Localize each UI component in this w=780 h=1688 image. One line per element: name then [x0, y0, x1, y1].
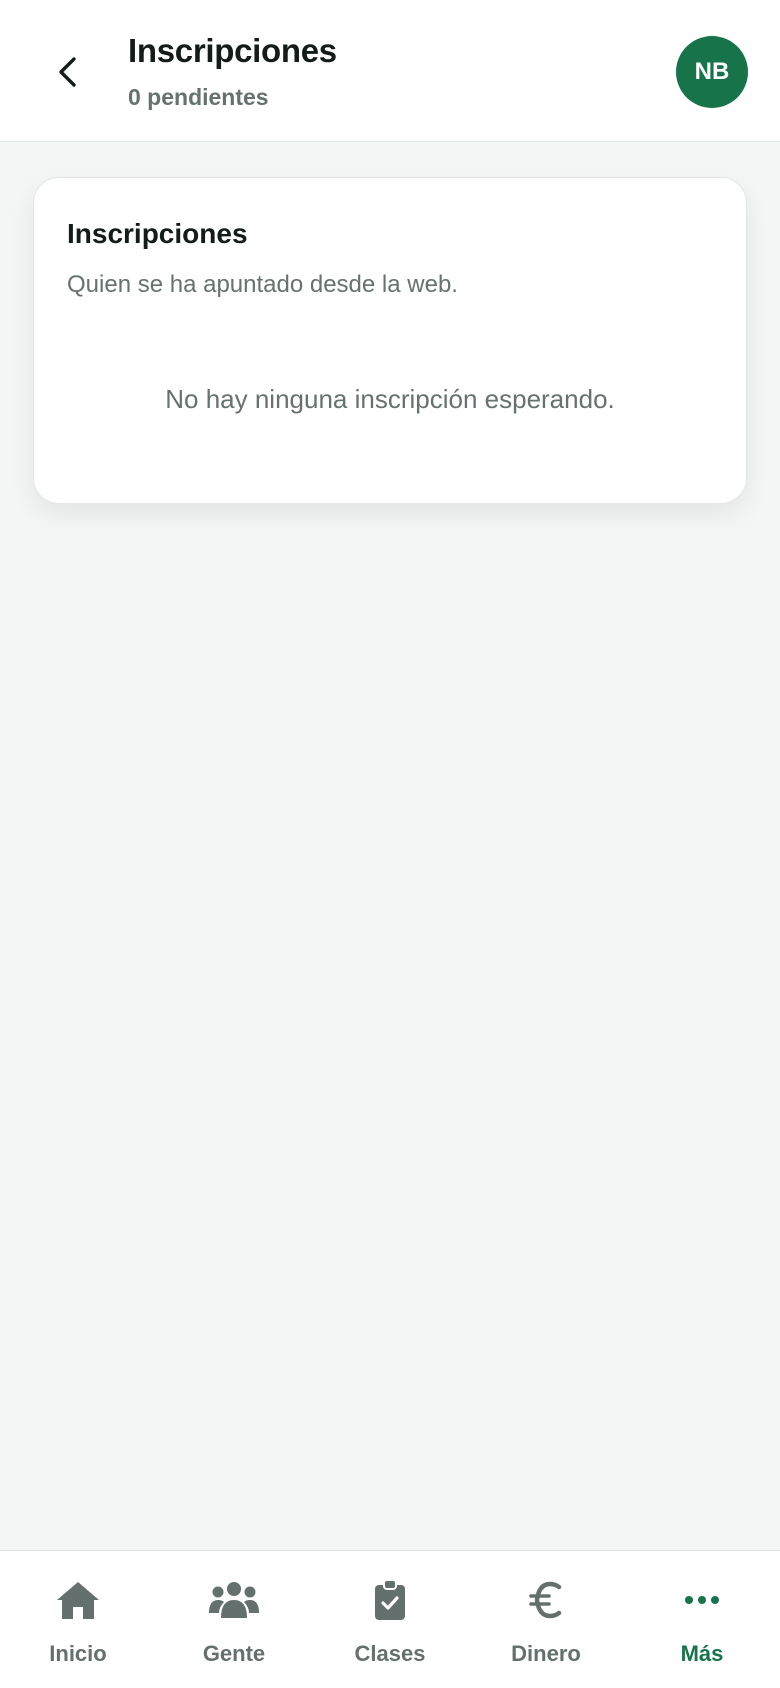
nav-item-clases[interactable]: Clases — [312, 1551, 468, 1688]
bottom-navigation: Inicio Gente Clases Dinero Más — [0, 1550, 780, 1688]
people-icon — [209, 1582, 259, 1618]
registrations-card: Inscripciones Quien se ha apuntado desde… — [33, 177, 747, 504]
top-app-bar: Inscripciones 0 pendientes NB — [0, 0, 780, 142]
avatar[interactable]: NB — [676, 36, 748, 108]
nav-label-gente: Gente — [202, 1641, 266, 1666]
nav-item-inicio[interactable]: Inicio — [0, 1551, 156, 1688]
empty-state-message: No hay ninguna inscripción esperando. — [165, 384, 615, 414]
nav-label-mas: Más — [680, 1641, 724, 1666]
nav-item-mas[interactable]: Más — [624, 1551, 780, 1688]
pending-count: 0 pendientes — [128, 84, 269, 110]
more-dots-icon — [685, 1596, 719, 1604]
card-title: Inscripciones — [67, 218, 248, 249]
euro-icon — [529, 1581, 562, 1619]
chevron-left-icon — [59, 57, 76, 87]
back-button[interactable] — [40, 44, 96, 100]
nav-item-gente[interactable]: Gente — [156, 1551, 312, 1688]
nav-label-clases: Clases — [354, 1641, 426, 1666]
nav-item-dinero[interactable]: Dinero — [468, 1551, 624, 1688]
nav-label-inicio: Inicio — [49, 1641, 107, 1666]
home-icon — [57, 1582, 99, 1619]
card-subtitle: Quien se ha apuntado desde la web. — [67, 271, 458, 298]
nav-label-dinero: Dinero — [511, 1641, 581, 1666]
clipboard-check-icon — [375, 1579, 405, 1620]
page-title: Inscripciones — [128, 32, 337, 69]
